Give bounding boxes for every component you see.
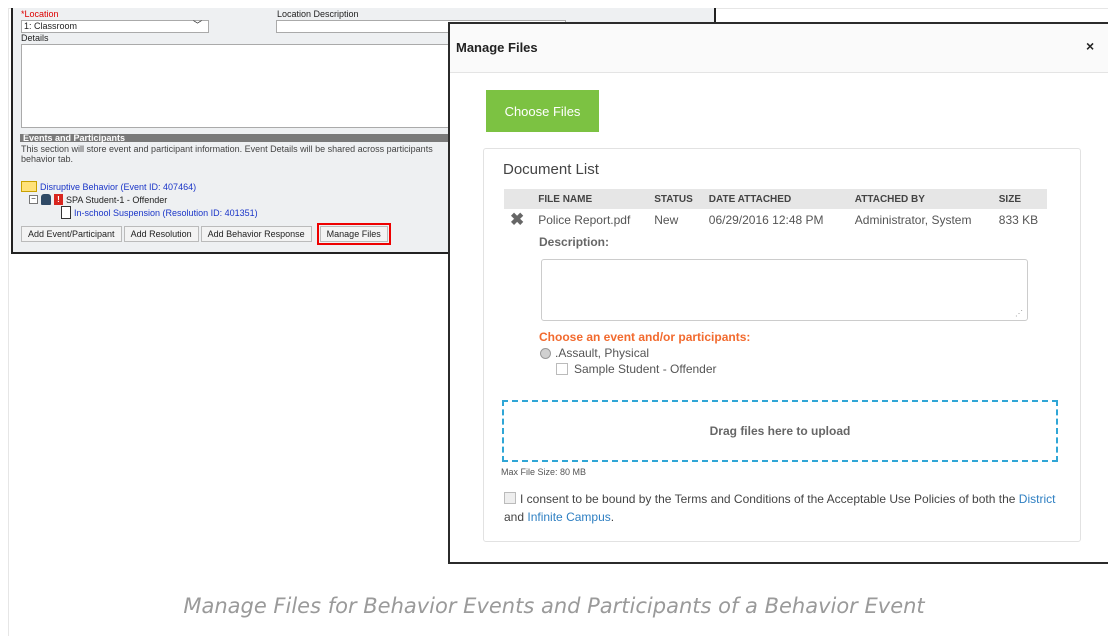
- location-description-label: Location Description: [277, 9, 359, 19]
- modal-title: Manage Files: [456, 40, 538, 55]
- document-icon: [61, 206, 71, 219]
- student-label: SPA Student-1 - Offender: [66, 194, 168, 205]
- chevron-down-icon: ﹀: [192, 20, 202, 30]
- district-link[interactable]: District: [1019, 492, 1056, 506]
- consent-text: I consent to be bound by the Terms and C…: [520, 492, 1016, 506]
- resize-grip-icon[interactable]: ⋰: [1015, 309, 1023, 318]
- column-header-attached-by: ATTACHED BY: [846, 189, 991, 209]
- add-behavior-response-button[interactable]: Add Behavior Response: [200, 226, 312, 242]
- collapse-icon[interactable]: −: [29, 195, 38, 204]
- resolution-link[interactable]: In-school Suspension (Resolution ID: 401…: [74, 207, 258, 219]
- event-option-label: .Assault, Physical: [555, 346, 650, 360]
- details-textarea[interactable]: [21, 44, 458, 128]
- attached-by-cell: Administrator, System: [854, 213, 972, 227]
- consent-text-and: and: [504, 510, 525, 524]
- manage-files-button[interactable]: Manage Files: [316, 223, 391, 245]
- date-cell: 06/29/2016 12:48 PM: [708, 213, 824, 227]
- choose-files-button[interactable]: Choose Files: [486, 90, 599, 132]
- event-link[interactable]: Disruptive Behavior (Event ID: 407464): [40, 181, 196, 193]
- details-label: Details: [21, 33, 49, 43]
- description-textarea[interactable]: ⋰: [541, 259, 1028, 321]
- figure-caption: Manage Files for Behavior Events and Par…: [183, 594, 925, 618]
- radio-button[interactable]: [540, 347, 551, 359]
- participant-option-label: Sample Student - Offender: [574, 362, 717, 376]
- manage-files-modal: Manage Files × Choose Files Document Lis…: [448, 22, 1108, 564]
- document-list-panel: Document List FILE NAME STATUS DATE ATTA…: [483, 148, 1081, 542]
- student-icon: [41, 194, 51, 205]
- location-select-value: 1: Classroom: [24, 21, 78, 31]
- column-header-size: SIZE: [990, 189, 1047, 209]
- location-label: *Location: [21, 9, 59, 19]
- tree-student-row[interactable]: − ! SPA Student-1 - Offender: [21, 193, 258, 206]
- table-row: ✖ Police Report.pdf New 06/29/2016 12:48…: [504, 209, 1047, 231]
- table-header-row: FILE NAME STATUS DATE ATTACHED ATTACHED …: [504, 189, 1047, 209]
- remove-file-icon[interactable]: ✖: [510, 210, 524, 229]
- tree-resolution-row[interactable]: In-school Suspension (Resolution ID: 401…: [21, 206, 258, 219]
- folder-icon: [21, 181, 37, 192]
- alert-flag-icon: !: [54, 194, 63, 205]
- events-help-text: This section will store event and partic…: [21, 144, 433, 164]
- document-table: FILE NAME STATUS DATE ATTACHED ATTACHED …: [504, 189, 1047, 231]
- participant-checkbox-option[interactable]: Sample Student - Offender: [556, 362, 717, 376]
- close-icon[interactable]: ×: [1086, 38, 1094, 54]
- add-resolution-button[interactable]: Add Resolution: [123, 226, 199, 242]
- file-name-cell: Police Report.pdf: [538, 213, 631, 227]
- description-label: Description:: [539, 235, 610, 249]
- modal-header: Manage Files ×: [450, 24, 1108, 73]
- event-tree: Disruptive Behavior (Event ID: 407464) −…: [21, 180, 258, 219]
- column-header-remove: [504, 189, 531, 209]
- column-header-file-name: FILE NAME: [530, 189, 647, 209]
- column-header-status: STATUS: [646, 189, 701, 209]
- consent-checkbox[interactable]: [504, 492, 516, 504]
- size-cell: 833 KB: [998, 213, 1039, 227]
- document-list-title: Document List: [503, 161, 599, 178]
- file-drop-zone[interactable]: Drag files here to upload: [502, 400, 1058, 462]
- consent-period: .: [610, 510, 615, 524]
- infinite-campus-link[interactable]: Infinite Campus: [527, 510, 610, 524]
- status-cell: New: [654, 213, 679, 227]
- choose-event-label: Choose an event and/or participants:: [539, 330, 751, 344]
- event-radio-option[interactable]: .Assault, Physical: [540, 346, 649, 360]
- add-event-participant-button[interactable]: Add Event/Participant: [21, 226, 122, 242]
- form-button-bar: Add Event/Participant Add Resolution Add…: [21, 223, 391, 245]
- location-select[interactable]: 1: Classroom ﹀: [21, 20, 209, 33]
- participant-checkbox[interactable]: [556, 363, 568, 375]
- max-file-size-label: Max File Size: 80 MB: [501, 467, 587, 477]
- tree-event-row[interactable]: Disruptive Behavior (Event ID: 407464): [21, 180, 258, 193]
- column-header-date: DATE ATTACHED: [700, 189, 847, 209]
- consent-row: I consent to be bound by the Terms and C…: [504, 490, 1074, 526]
